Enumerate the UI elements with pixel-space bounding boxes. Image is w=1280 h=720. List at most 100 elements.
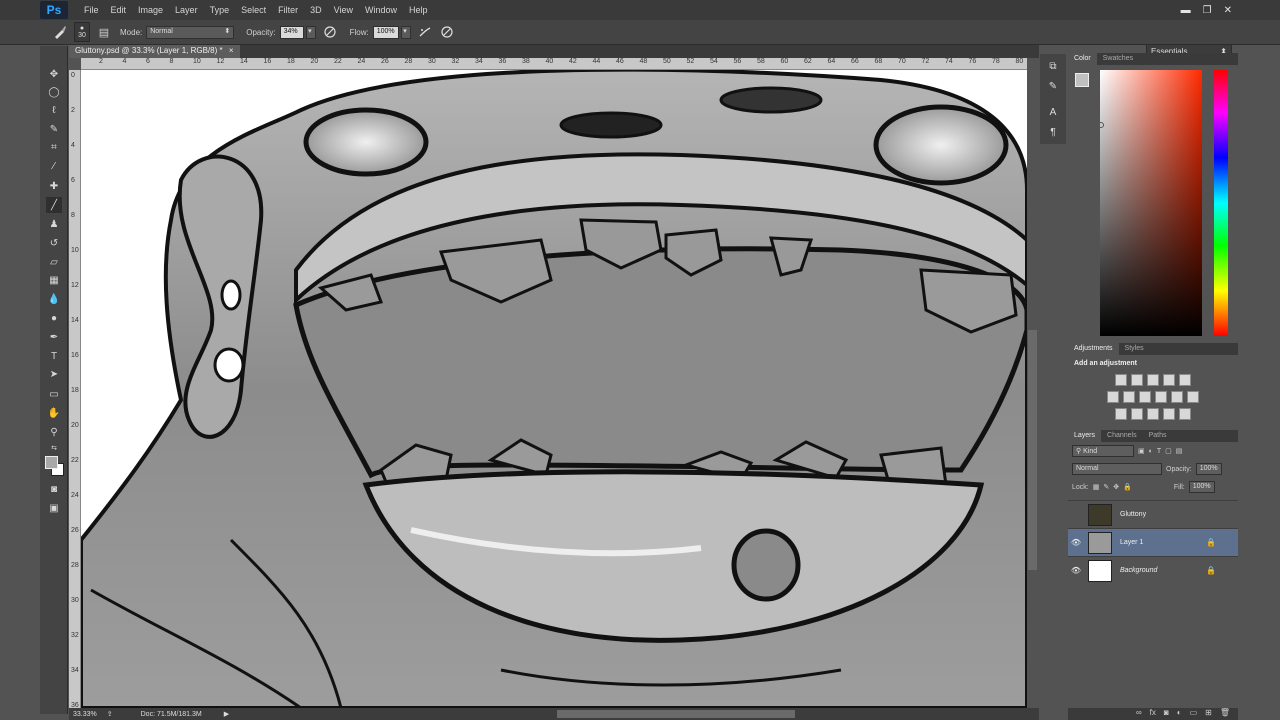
eye-icon[interactable]: 👁 [1068,566,1084,575]
brightness-icon[interactable] [1115,374,1127,386]
new-layer-icon[interactable]: ⊞ [1205,708,1212,720]
menu-image[interactable]: Image [132,0,169,20]
restore-icon[interactable]: ❐ [1203,5,1212,16]
layer-row-background[interactable]: 👁 Background 🔒 [1068,556,1238,584]
brush-size-preview[interactable]: ● 30 [74,22,90,42]
menu-filter[interactable]: Filter [272,0,304,20]
close-icon[interactable]: ✕ [1224,5,1232,16]
levels-icon[interactable] [1131,374,1143,386]
menu-type[interactable]: Type [204,0,236,20]
clone-stamp-icon[interactable]: ♟ [46,216,62,232]
history-brush-icon[interactable]: ↺ [46,235,62,251]
character-panel-icon[interactable]: A [1045,104,1061,120]
filter-smart-icon[interactable]: ▤ [1176,447,1183,455]
channel-mixer-icon[interactable] [1171,391,1183,403]
tab-adjustments[interactable]: Adjustments [1068,343,1119,355]
move-icon[interactable]: ✥ [46,66,62,82]
lasso-icon[interactable]: ℓ [46,102,62,118]
hand-icon[interactable]: ✋ [46,405,62,421]
eyedropper-icon[interactable]: ⁄ [46,158,62,174]
eraser-icon[interactable]: ▱ [46,254,62,270]
shape-icon[interactable]: ▭ [46,386,62,402]
layer-filter-dropdown[interactable]: ⚲ Kind [1072,445,1134,457]
mode-dropdown[interactable]: Normal ⬍ [146,25,235,39]
selective-color-icon[interactable] [1163,408,1175,420]
close-tab-icon[interactable]: × [229,46,234,55]
paragraph-panel-icon[interactable]: ¶ [1045,124,1061,140]
swap-colors-icon[interactable]: ⇆ [46,440,62,456]
posterize-icon[interactable] [1131,408,1143,420]
link-layers-icon[interactable]: ∞ [1136,708,1142,720]
color-balance-icon[interactable] [1123,391,1135,403]
hue-slider[interactable] [1214,70,1228,336]
brush-tool-preset-icon[interactable] [52,24,68,40]
menu-3d[interactable]: 3D [304,0,328,20]
tab-swatches[interactable]: Swatches [1097,53,1139,65]
vertical-scroll-thumb[interactable] [1028,330,1037,570]
airbrush-icon[interactable] [417,24,433,40]
hue-saturation-icon[interactable] [1107,391,1119,403]
new-group-icon[interactable]: ▭ [1190,708,1198,720]
menu-edit[interactable]: Edit [105,0,133,20]
picker-cursor[interactable] [1098,122,1104,128]
foreground-color-swatch[interactable] [45,456,58,469]
menu-layer[interactable]: Layer [169,0,204,20]
horizontal-ruler[interactable]: 2 4 6 8 10 12 14 16 18 20 22 24 26 28 30 32 34 36 38 40 42 44… [81,58,1027,70]
crop-icon[interactable]: ⌗ [46,139,62,155]
fx-icon[interactable]: fx [1150,708,1156,720]
layer-row-layer-1[interactable]: 👁 Layer 1 🔒 [1068,528,1238,556]
healing-brush-icon[interactable]: ✚ [46,178,62,194]
lock-position-icon[interactable]: ✥ [1113,483,1119,491]
vibrance-icon[interactable] [1179,374,1191,386]
tab-layers[interactable]: Layers [1068,430,1102,442]
brush-panel-toggle-icon[interactable]: ▤ [96,24,112,40]
black-white-icon[interactable] [1139,391,1151,403]
lock-pixels-icon[interactable]: ✎ [1103,483,1109,491]
lock-transparency-icon[interactable]: ▦ [1093,483,1100,491]
zoom-icon[interactable]: ⚲ [46,424,62,440]
menu-help[interactable]: Help [403,0,434,20]
gradient-map-icon[interactable] [1179,408,1191,420]
type-icon[interactable]: T [46,348,62,364]
vertical-ruler[interactable]: 0 2 4 6 8 10 12 14 16 18 20 22 24 26 28 30 32 34 36 [69,70,81,708]
color-lookup-icon[interactable] [1187,391,1199,403]
marquee-icon[interactable]: ◯ [46,84,62,100]
screen-mode-icon[interactable]: ▣ [46,500,62,516]
export-icon[interactable]: ⇪ [107,710,113,718]
exposure-icon[interactable] [1163,374,1175,386]
tab-paths[interactable]: Paths [1143,430,1173,442]
tab-color[interactable]: Color [1068,53,1097,65]
filter-type-icon[interactable]: T [1157,448,1161,455]
quick-select-icon[interactable]: ✎ [46,121,62,137]
blend-mode-dropdown[interactable]: Normal [1072,463,1162,475]
pen-icon[interactable]: ✒ [46,329,62,345]
delete-layer-icon[interactable]: 🗑 [1220,708,1230,720]
photo-filter-icon[interactable] [1155,391,1167,403]
tab-styles[interactable]: Styles [1119,343,1150,355]
color-panel-foreground-swatch[interactable] [1075,73,1089,87]
saturation-value-picker[interactable] [1100,70,1202,336]
pressure-size-icon[interactable] [439,24,455,40]
layer-row-gluttony[interactable]: Gluttony [1068,500,1238,528]
menu-window[interactable]: Window [359,0,403,20]
quick-mask-icon[interactable]: ◙ [46,481,62,497]
filter-pixel-icon[interactable]: ▣ [1138,447,1145,455]
vertical-scrollbar[interactable] [1027,70,1038,708]
menu-file[interactable]: File [78,0,105,20]
curves-icon[interactable] [1147,374,1159,386]
invert-icon[interactable] [1115,408,1127,420]
brush-panel-icon[interactable]: ✎ [1045,78,1061,94]
menu-select[interactable]: Select [235,0,272,20]
document-tab[interactable]: Gluttony.psd @ 33.3% (Layer 1, RGB/8) * … [69,45,240,58]
opacity-dropdown[interactable]: ▾ [305,25,316,39]
new-adjustment-icon[interactable]: ◐ [1177,708,1182,720]
fill-input[interactable]: 100% [1188,481,1215,493]
color-swatches[interactable] [45,456,65,478]
tab-channels[interactable]: Channels [1101,430,1143,442]
document-canvas[interactable] [81,70,1027,708]
gradient-icon[interactable]: ▦ [46,272,62,288]
blur-icon[interactable]: 💧 [46,291,62,307]
horizontal-scroll-thumb[interactable] [557,710,795,718]
menu-view[interactable]: View [328,0,359,20]
brush-icon[interactable]: ╱ [46,197,62,213]
